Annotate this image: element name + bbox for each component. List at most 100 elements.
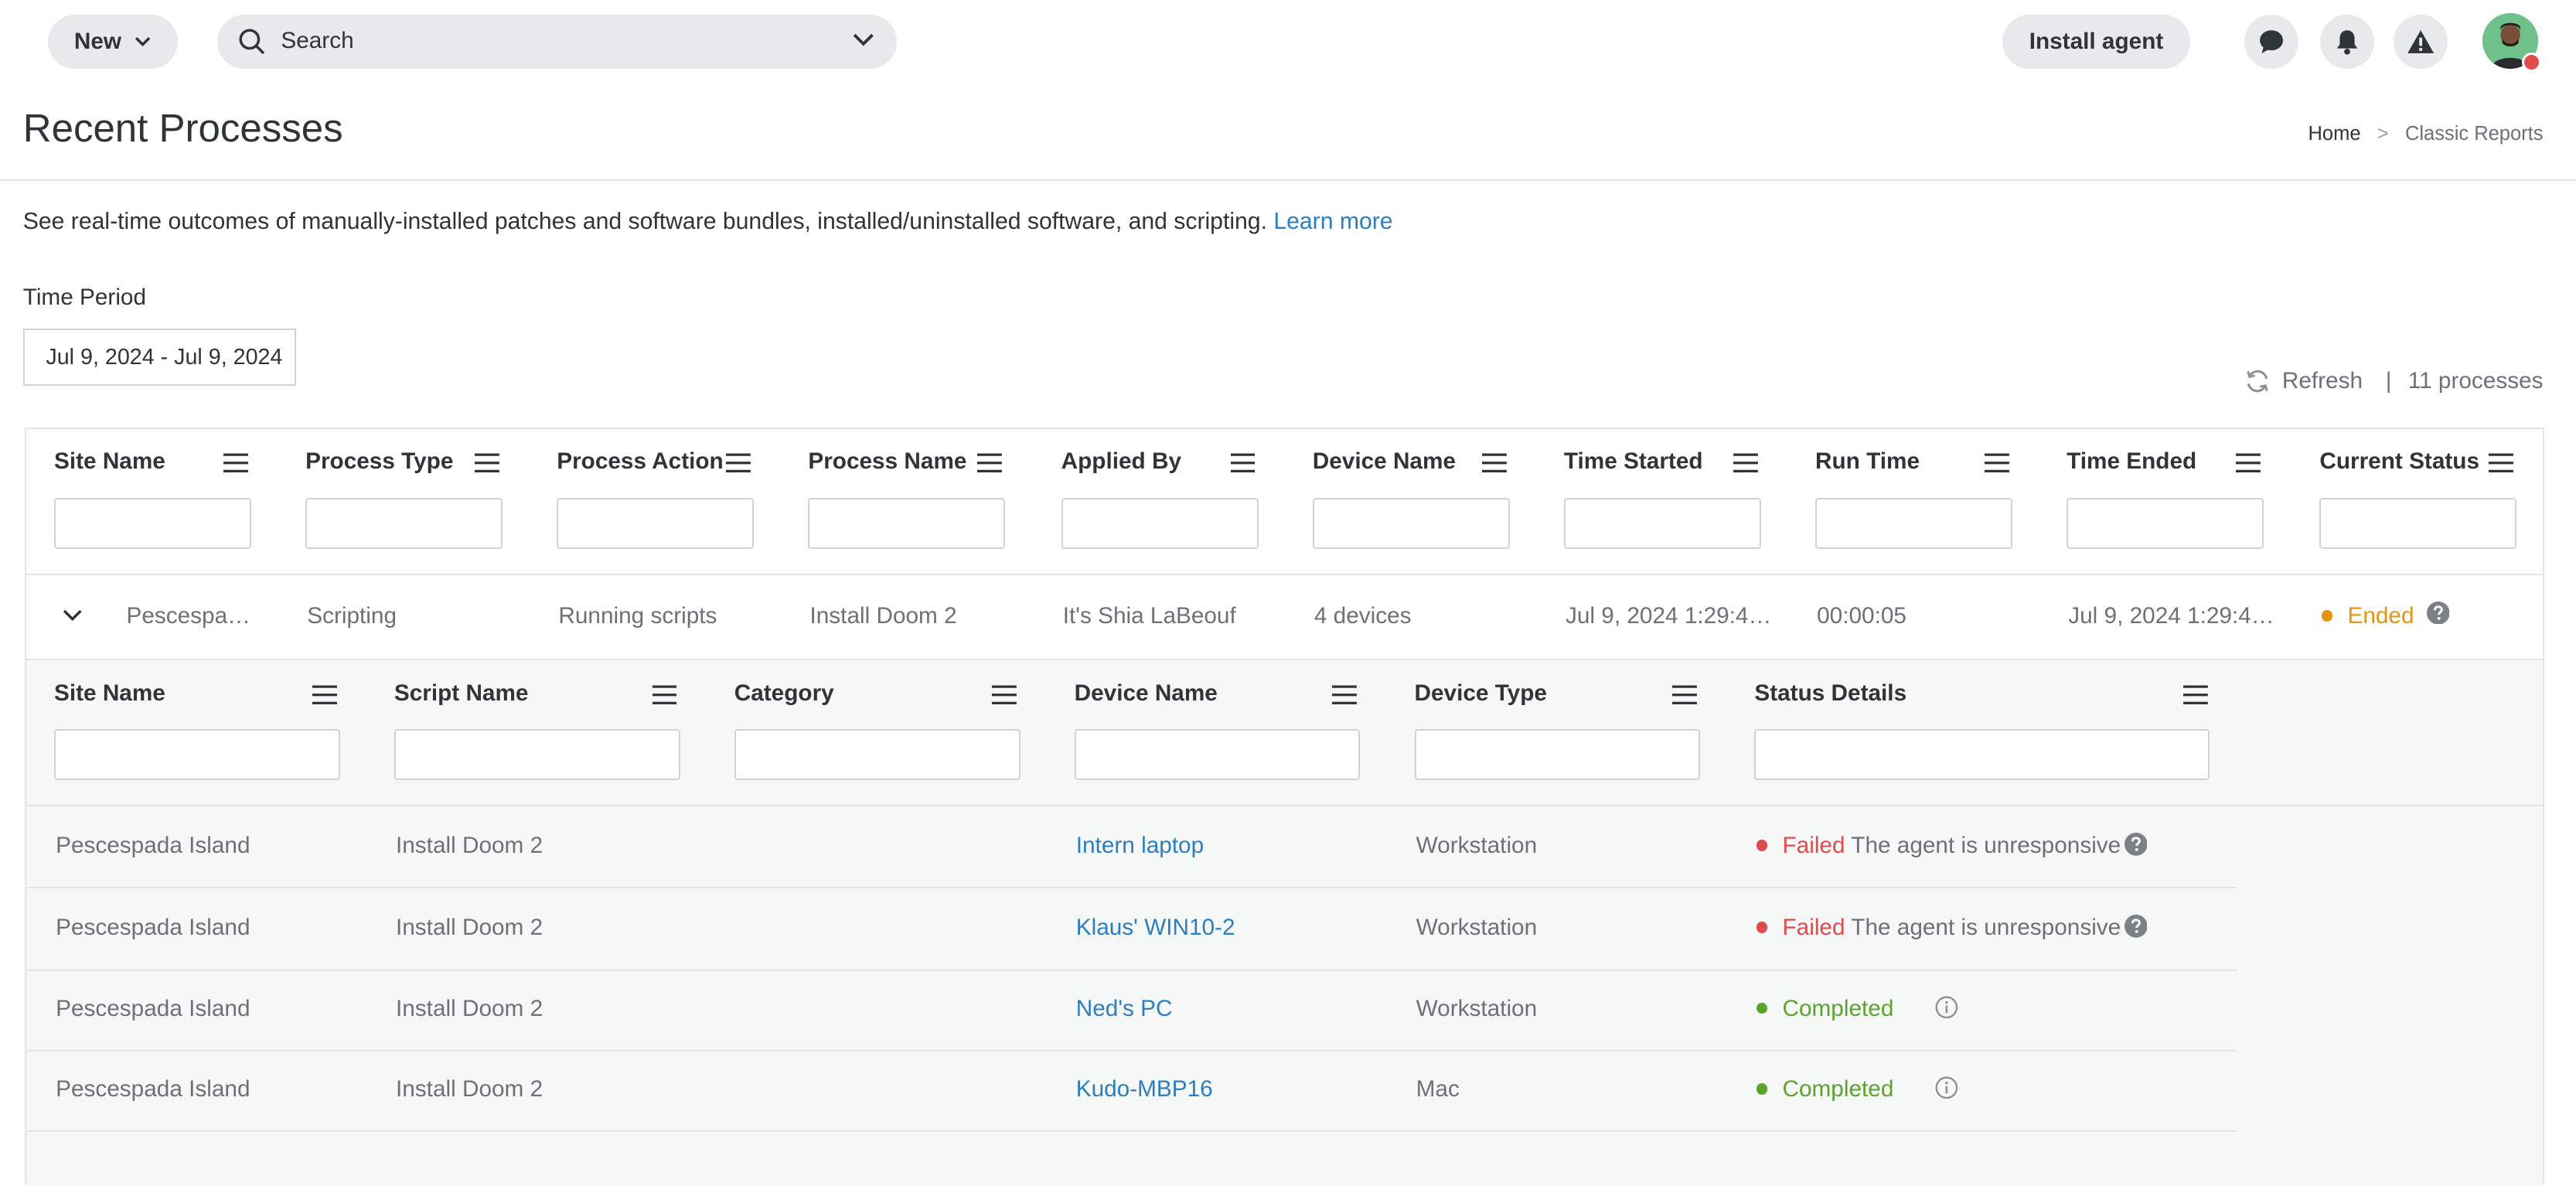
device-link[interactable]: Intern laptop [1076,833,1204,859]
filter-process-action[interactable] [557,497,755,549]
status-detail-text: The agent is unresponsive [1851,915,2121,941]
column-header-site-name[interactable]: Site Name [54,448,165,475]
expanded-details: Site Name Script Name Category Device Na… [26,659,2544,1186]
new-button-label: New [73,29,122,55]
chevron-down-icon[interactable] [853,33,874,46]
status-dot [2521,53,2541,73]
column-menu-icon[interactable] [2489,453,2514,473]
filter-site-name[interactable] [54,729,340,781]
status-text: Completed [1782,995,1894,1021]
refresh-button[interactable]: Refresh [2282,368,2363,394]
cell-site-name: Pescespada Island [56,1075,250,1102]
column-menu-icon[interactable] [652,685,677,705]
table-row[interactable]: Pescespada Island Install Doom 2 Intern … [26,806,2238,889]
status-dot [1756,1082,1768,1095]
learn-more-link[interactable]: Learn more [1273,209,1392,234]
column-menu-icon[interactable] [726,453,751,473]
column-menu-icon[interactable] [2236,453,2261,473]
cell-site-name: Pescespa… [126,602,250,629]
install-agent-button[interactable]: Install agent [2002,15,2190,70]
cell-run-time: 00:00:05 [1817,602,1906,629]
table-row[interactable]: Pescespada Island Install Doom 2 Klaus' … [26,888,2238,971]
cell-time-ended: Jul 9, 2024 1:29:4… [2068,602,2274,629]
time-period-label: Time Period [22,284,147,310]
cell-time-started: Jul 9, 2024 1:29:4… [1566,602,1772,629]
separator: | [2385,368,2392,394]
filter-applied-by[interactable] [1061,497,1259,549]
column-menu-icon[interactable] [475,453,499,473]
column-header-device-name[interactable]: Device Name [1313,448,1456,475]
cell-device-type: Workstation [1416,995,1538,1021]
sub-column-header-device-name[interactable]: Device Name [1075,680,1218,707]
filter-time-started[interactable] [1563,497,1761,549]
column-menu-icon[interactable] [223,453,248,473]
table-row[interactable]: Pescespada Island Install Doom 2 Ned's P… [26,970,2238,1051]
column-menu-icon[interactable] [1230,453,1256,473]
column-menu-icon[interactable] [1984,453,2009,473]
column-header-process-type[interactable]: Process Type [305,448,453,475]
filter-status-details[interactable] [1754,729,2210,781]
breadcrumb-home[interactable]: Home [2309,123,2361,145]
cell-site-name: Pescespada Island [56,833,250,859]
notifications-button[interactable] [2319,15,2374,70]
filter-device-type[interactable] [1414,729,1701,781]
filter-script-name[interactable] [394,729,680,781]
search-input[interactable]: Search [216,15,898,70]
device-link[interactable]: Kudo-MBP16 [1076,1076,1213,1103]
status-text: Ended [2347,602,2414,629]
refresh-icon[interactable] [2244,368,2271,394]
cell-script-name: Install Doom 2 [396,833,543,859]
column-menu-icon[interactable] [1332,685,1358,705]
status-badge: Ended [2321,602,2414,629]
filter-current-status[interactable] [2319,497,2517,549]
device-link[interactable]: Ned's PC [1076,996,1173,1022]
sub-column-header-site-name[interactable]: Site Name [54,680,165,707]
column-menu-icon[interactable] [312,685,337,705]
device-link[interactable]: Klaus' WIN10-2 [1076,915,1235,941]
info-icon[interactable] [1935,1076,1958,1099]
page-description: See real-time outcomes of manually-insta… [23,209,1393,235]
chevron-down-icon[interactable] [63,609,83,622]
top-bar: New Search Install agent [0,0,2576,86]
filter-device-name[interactable] [1312,497,1510,549]
column-header-process-name[interactable]: Process Name [808,448,966,475]
info-icon[interactable] [1935,996,1958,1019]
time-period-picker[interactable]: Jul 9, 2024 - Jul 9, 2024 [22,329,296,387]
help-icon[interactable] [2124,833,2148,856]
column-header-applied-by[interactable]: Applied By [1061,448,1181,475]
filter-process-type[interactable] [305,497,503,549]
filter-category[interactable] [734,729,1021,781]
column-header-process-action[interactable]: Process Action [557,448,723,475]
alerts-button[interactable] [2394,15,2448,70]
column-menu-icon[interactable] [977,453,1003,473]
column-menu-icon[interactable] [2183,685,2208,705]
column-menu-icon[interactable] [992,685,1017,705]
column-menu-icon[interactable] [1672,685,1697,705]
column-menu-icon[interactable] [1481,453,1507,473]
sub-column-header-device-type[interactable]: Device Type [1415,680,1547,707]
filter-site-name[interactable] [54,497,251,549]
column-header-run-time[interactable]: Run Time [1815,448,1920,475]
sub-column-header-category[interactable]: Category [734,680,834,707]
help-icon[interactable] [2124,915,2148,939]
status-dot [2321,609,2333,622]
table-row[interactable]: Pescespada Island Install Doom 2 Kudo-MB… [26,1050,2238,1132]
cell-device-type: Mac [1416,1075,1460,1102]
breadcrumb-current: Classic Reports [2404,123,2544,145]
column-header-current-status[interactable]: Current Status [2319,448,2479,475]
chat-button[interactable] [2244,15,2298,70]
column-menu-icon[interactable] [1733,453,1758,473]
filter-process-name[interactable] [808,497,1006,549]
filter-time-ended[interactable] [2067,497,2264,549]
help-icon[interactable] [2426,601,2450,625]
column-header-time-started[interactable]: Time Started [1564,448,1703,475]
new-button[interactable]: New [47,15,178,70]
sub-column-header-script-name[interactable]: Script Name [394,680,529,707]
sub-column-header-status-details[interactable]: Status Details [1754,680,1906,707]
filter-device-name[interactable] [1074,729,1361,781]
alert-icon [2407,30,2435,54]
table-row[interactable]: Pescespa… Scripting Running scripts Inst… [26,575,2544,659]
filter-run-time[interactable] [1815,497,2012,549]
search-icon [239,29,265,55]
column-header-time-ended[interactable]: Time Ended [2067,448,2196,475]
